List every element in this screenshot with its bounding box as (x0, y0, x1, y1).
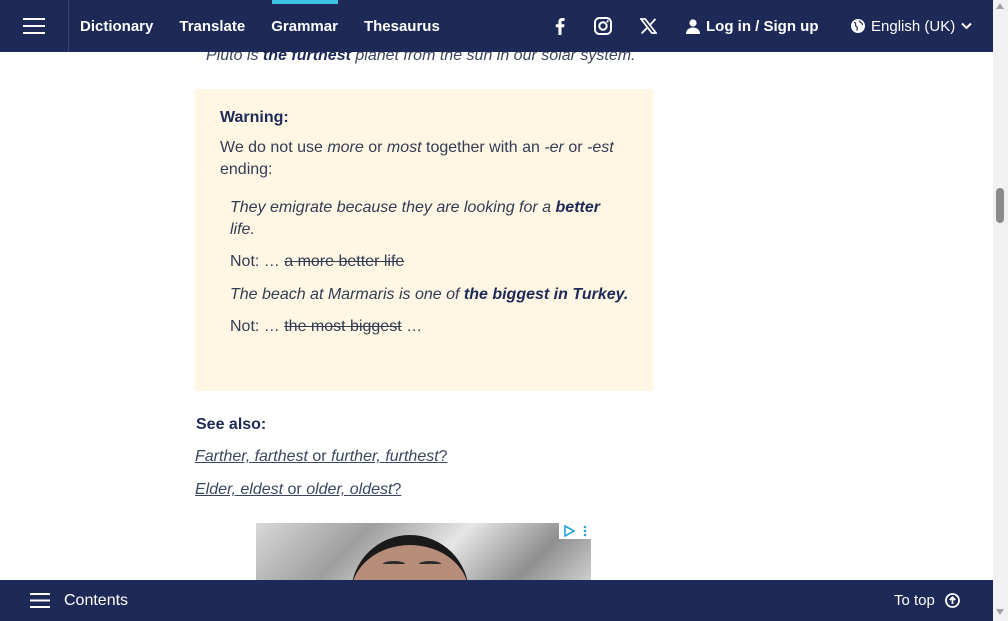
language-label: English (UK) (871, 17, 956, 35)
example-text: planet from the sun in our solar system. (350, 52, 636, 64)
warning-title: Warning: (220, 109, 289, 126)
main-nav: Dictionary Translate Grammar Thesaurus (69, 0, 455, 52)
ad-image-detail (383, 561, 405, 567)
ad-image-detail (419, 561, 441, 567)
see-also-heading: See also: (196, 416, 267, 433)
chevron-down-icon (961, 22, 972, 30)
struck-text: a more better life (284, 253, 405, 270)
bottom-toolbar: Contents To top (0, 580, 993, 621)
top-navbar: Dictionary Translate Grammar Thesaurus L… (0, 0, 993, 52)
desc-term: -est (587, 139, 614, 156)
vertical-scrollbar[interactable] (993, 0, 1008, 621)
ad-choices-badge[interactable] (559, 523, 591, 539)
language-selector[interactable]: English (UK) (851, 0, 972, 52)
link-text: ? (438, 448, 448, 465)
warning-examples: They emigrate because they are looking f… (220, 197, 629, 338)
hamburger-icon (23, 18, 45, 34)
globe-icon (851, 19, 865, 33)
example-highlight: the furthest (262, 52, 351, 64)
link-term: older, oldest (306, 481, 393, 498)
example-sentence: Pluto is the furthest planet from the su… (206, 52, 636, 65)
not-prefix: Not: … (230, 253, 285, 270)
nav-link-thesaurus[interactable]: Thesaurus (353, 0, 455, 52)
article-content: Pluto is the furthest planet from the su… (0, 52, 993, 580)
login-signup-button[interactable]: Log in / Sign up (686, 0, 818, 52)
warning-description: We do not use more or most together with… (220, 137, 629, 181)
link-term: Farther, farthest (195, 448, 308, 465)
x-icon (639, 18, 657, 34)
nav-link-dictionary[interactable]: Dictionary (69, 0, 168, 52)
to-top-label: To top (894, 592, 935, 609)
facebook-icon (555, 17, 565, 35)
example-text: Pluto is (206, 52, 263, 64)
example-text: life. (230, 221, 255, 238)
link-text: ? (392, 481, 402, 498)
instagram-link[interactable] (591, 0, 615, 52)
scroll-up-arrow-icon[interactable] (996, 3, 1004, 9)
desc-text: or (563, 139, 588, 156)
desc-term: more (327, 139, 364, 156)
contents-label: Contents (64, 591, 129, 609)
scroll-down-arrow-icon[interactable] (996, 609, 1004, 615)
link-term: Elder, eldest (195, 481, 284, 498)
desc-text: ending: (220, 161, 273, 178)
example-text: They emigrate because they are looking f… (230, 199, 556, 216)
example-text: The beach at Marmaris is one of (230, 286, 464, 303)
incorrect-example-1: Not: … a more better life (230, 251, 629, 273)
link-term: further, furthest (331, 448, 439, 465)
struck-text: the most biggest (284, 318, 402, 335)
warning-box: Warning: We do not use more or most toge… (195, 89, 653, 391)
adchoices-icon (564, 525, 575, 537)
x-twitter-link[interactable] (636, 0, 660, 52)
login-label: Log in / Sign up (706, 17, 819, 35)
desc-term: -er (544, 139, 564, 156)
desc-text: We do not use (220, 139, 328, 156)
scrollbar-thumb[interactable] (996, 188, 1004, 223)
desc-text: together with an (421, 139, 545, 156)
see-also-link-elder-older[interactable]: Elder, eldest or older, oldest? (195, 481, 401, 499)
warning-example-2: The beach at Marmaris is one of the bigg… (230, 284, 629, 306)
nav-link-translate[interactable]: Translate (168, 0, 260, 52)
instagram-icon (594, 17, 612, 35)
see-also-link-farther-further[interactable]: Farther, farthest or further, furthest? (195, 448, 448, 466)
example-highlight: better (555, 199, 600, 216)
advertisement[interactable] (256, 523, 591, 580)
not-prefix: Not: … (230, 318, 285, 335)
desc-term: most (386, 139, 422, 156)
not-suffix: … (401, 318, 423, 335)
contents-button[interactable]: Contents (30, 580, 128, 621)
more-vertical-icon (583, 525, 587, 537)
warning-example-1: They emigrate because they are looking f… (230, 197, 629, 241)
menu-hamburger-button[interactable] (0, 0, 69, 52)
user-icon (686, 18, 700, 34)
desc-text: or (363, 139, 387, 156)
link-text: or (283, 481, 307, 498)
example-highlight: the biggest in Turkey. (463, 286, 629, 303)
list-icon (30, 593, 50, 608)
link-text: or (307, 448, 332, 465)
facebook-link[interactable] (548, 0, 572, 52)
nav-link-grammar[interactable]: Grammar (260, 0, 353, 52)
arrow-up-circle-icon (944, 593, 960, 608)
incorrect-example-2: Not: … the most biggest … (230, 316, 629, 338)
to-top-button[interactable]: To top (894, 580, 960, 621)
